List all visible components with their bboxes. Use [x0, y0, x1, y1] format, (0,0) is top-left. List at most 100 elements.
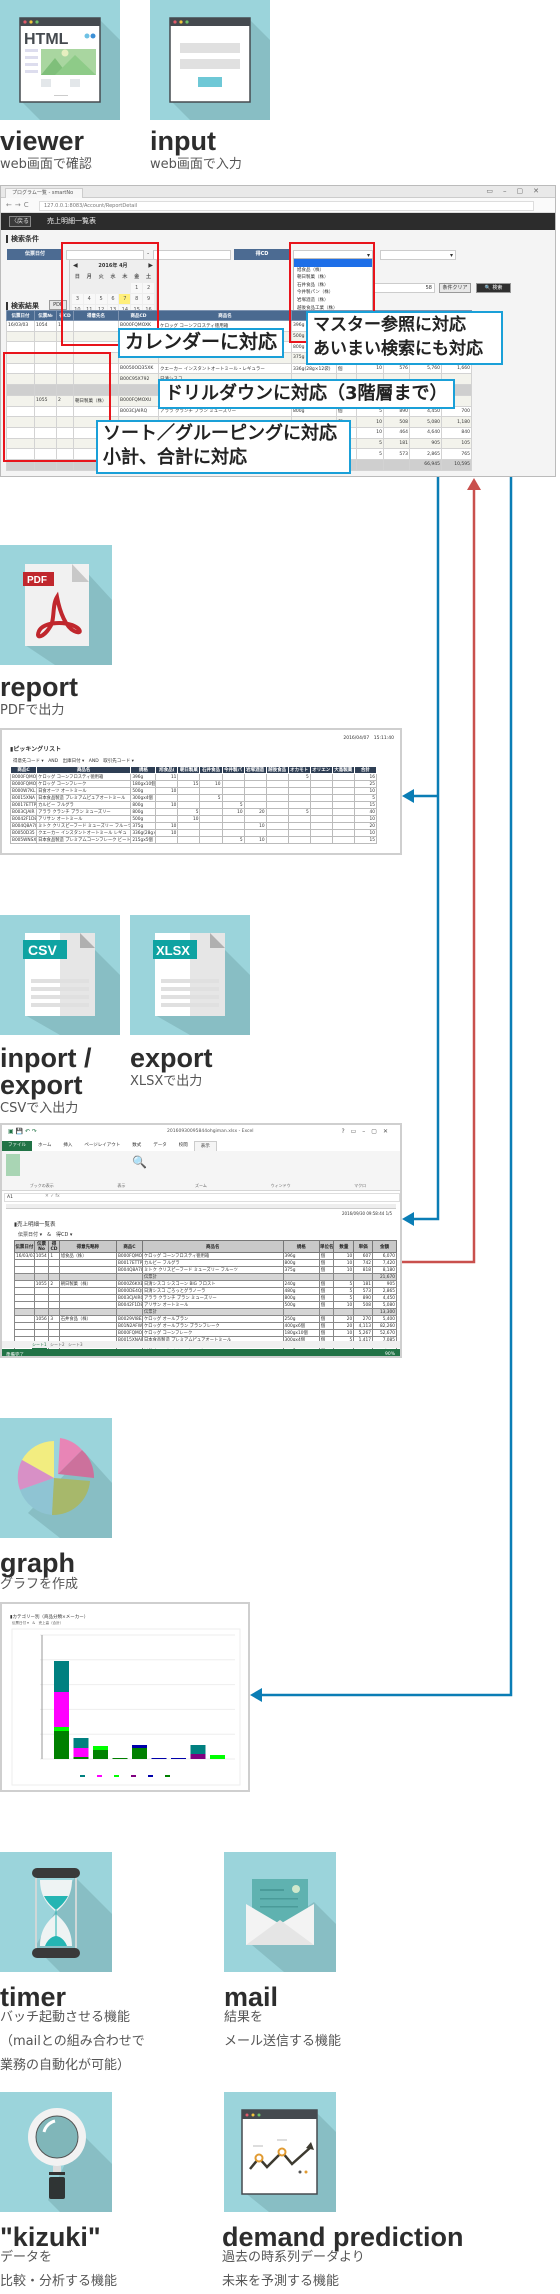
column-header[interactable]: 越後食品: [265, 766, 289, 774]
graph-filter: 伝票日付 ▾ & 売上高（合計）: [12, 1621, 64, 1625]
table-cell: [33, 1308, 50, 1316]
column-header[interactable]: 大島製菓: [331, 766, 355, 774]
sheet-tab[interactable]: シート2: [50, 1342, 65, 1348]
cell-reference[interactable]: A1: [7, 1195, 13, 1200]
window-controls[interactable]: ▭–▢✕: [486, 187, 549, 195]
table-cell: [14, 1266, 35, 1274]
excel-window-controls[interactable]: ?▭–▢✕: [341, 1128, 394, 1135]
column-header[interactable]: 岩塚酒造: [243, 766, 267, 774]
column-header[interactable]: 得CD: [48, 1240, 60, 1253]
table-cell: 個: [318, 1315, 335, 1323]
url-field[interactable]: 127.0.0.1:8083/Account/ReportDetail: [39, 201, 534, 211]
column-header[interactable]: 単位名: [318, 1240, 335, 1253]
browser-tab[interactable]: プログラム一覧 - smartNo: [5, 188, 83, 198]
table-cell: 5,080: [371, 1301, 398, 1309]
table-cell: 20: [243, 808, 267, 816]
table-cell: B0050D35: [9, 829, 38, 837]
column-header[interactable]: 今井製パ: [221, 766, 245, 774]
table-cell: 10: [333, 1266, 355, 1274]
ribbon-tab[interactable]: 数式: [126, 1141, 147, 1151]
ribbon-tab[interactable]: 挿入: [57, 1141, 78, 1151]
table-cell: [331, 829, 355, 837]
column-header[interactable]: オリエン: [309, 766, 333, 774]
column-header[interactable]: 得意先略称: [58, 1240, 117, 1253]
feature-title-csv-line2: export: [0, 1070, 83, 1100]
ribbon-tab[interactable]: ホーム: [32, 1141, 57, 1151]
table-cell: 180gx10個: [282, 1329, 320, 1337]
table-cell: B0015XNA: [9, 794, 38, 802]
feature-desc-xlsx: XLSXで出力: [130, 1074, 203, 1089]
table-cell: [353, 1273, 373, 1281]
back-button[interactable]: 〈戻る: [9, 216, 31, 227]
column-header[interactable]: 金額: [371, 1240, 398, 1253]
table-cell: 5: [199, 794, 223, 802]
column-header[interactable]: 商品名: [36, 766, 132, 774]
table-cell: 4,640: [409, 426, 442, 439]
table-cell: [14, 1280, 35, 1288]
feature-desc-input: web画面で入力: [150, 157, 242, 172]
table-cell: [309, 815, 333, 823]
normal-view-button[interactable]: [6, 1154, 20, 1176]
table-row: 1055 2 朝日製菓（株） B000Z6KXB 日清シスコ シスコーン BIG フロス…: [14, 1280, 398, 1288]
table-cell: [177, 836, 201, 844]
zoom-icon[interactable]: 🔍: [132, 1155, 147, 1169]
column-header[interactable]: 旭食品(: [155, 766, 179, 774]
table-cell: 500g: [282, 1301, 320, 1309]
column-header[interactable]: 商品C: [9, 766, 38, 774]
column-header[interactable]: 単価: [353, 1240, 373, 1253]
ribbon-tab[interactable]: データ: [147, 1141, 173, 1151]
search-button[interactable]: 🔍 検索: [476, 283, 511, 293]
table-cell: [265, 808, 289, 816]
legend-swatch: [148, 1775, 153, 1777]
column-header[interactable]: 規格: [130, 766, 157, 774]
table-cell: 818: [353, 1266, 373, 1274]
column-header[interactable]: 合計: [353, 766, 378, 774]
table-row: 伝票計 21,670: [14, 1273, 398, 1281]
date-to-input[interactable]: [153, 250, 231, 260]
sheet-tab[interactable]: シート1: [32, 1342, 47, 1349]
table-cell: [33, 1294, 50, 1302]
column-header[interactable]: 商品名: [141, 1240, 284, 1253]
table-cell: [14, 1329, 35, 1337]
customer-select-to[interactable]: [380, 250, 456, 260]
column-header[interactable]: 石井食品: [199, 766, 223, 774]
column-header[interactable]: 朝日製菓: [177, 766, 201, 774]
table-cell: 52,670: [371, 1329, 398, 1337]
excel-quick-access-icon[interactable]: ▣ 💾 ↶ ↷: [8, 1128, 37, 1135]
table-cell: 40: [353, 808, 378, 816]
column-header[interactable]: 数量: [333, 1240, 355, 1253]
column-header[interactable]: 伝票№: [34, 310, 57, 321]
sheet-tab[interactable]: シート3: [68, 1342, 83, 1348]
table-cell: カルビー フルグラ: [36, 801, 132, 809]
table-cell: 旭食品（株）: [58, 1252, 117, 1260]
table-cell: [333, 1273, 355, 1281]
table-cell: 10: [155, 829, 179, 837]
column-header[interactable]: 規格: [282, 1240, 320, 1253]
table-cell: 336g(28g×1: [130, 829, 157, 837]
column-header[interactable]: 伝票日付: [14, 1240, 35, 1253]
ribbon-tab[interactable]: 校閲: [173, 1141, 194, 1151]
ribbon-tab[interactable]: 表示: [193, 1141, 217, 1151]
column-header[interactable]: 商品C: [115, 1240, 143, 1253]
table-cell: [331, 822, 355, 830]
page-title: 売上明細一覧表: [47, 217, 96, 225]
nav-buttons-icon[interactable]: ←→C: [6, 201, 32, 209]
table-cell: [287, 787, 311, 795]
sheet-tabs: シート1 シート2 シート3: [2, 1341, 400, 1349]
zoom-level[interactable]: 90%: [385, 1352, 395, 1356]
table-cell: [58, 1259, 117, 1267]
excel-export-preview: ▣ 💾 ↶ ↷ 20160930095844ohgiman.xlsx - Exc…: [0, 1123, 402, 1358]
ribbon-tab[interactable]: ファイル: [2, 1141, 32, 1151]
table-cell: [118, 384, 159, 396]
table-cell: [309, 836, 333, 844]
column-header[interactable]: オカモト: [287, 766, 311, 774]
ribbon-tab[interactable]: ページレイアウト: [78, 1141, 126, 1151]
column-header[interactable]: 伝票No: [33, 1240, 50, 1253]
column-header[interactable]: 伝票日付: [6, 310, 35, 321]
formula-bar[interactable]: A1 ✕ ✓ fx: [4, 1193, 400, 1202]
clear-conditions-button[interactable]: 条件クリア: [439, 283, 471, 293]
table-cell: 個: [318, 1287, 335, 1295]
column-header[interactable]: 商品名: [158, 310, 292, 321]
table-cell: [34, 330, 57, 343]
table-cell: [265, 780, 289, 788]
